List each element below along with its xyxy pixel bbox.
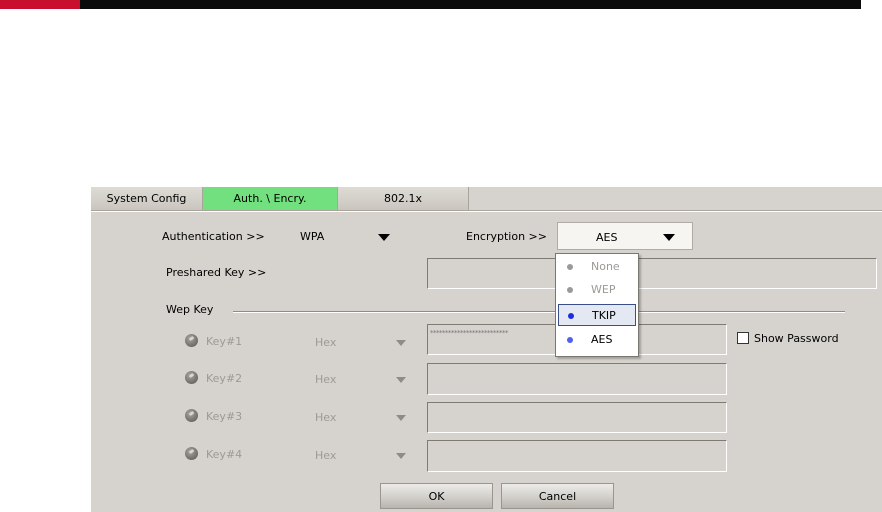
preshared-key-input[interactable] [427, 258, 877, 289]
option-label: AES [591, 333, 613, 346]
key1-label: Key#1 [206, 335, 243, 348]
tab-bar: System Config Auth. \ Encry. 802.1x [91, 187, 882, 212]
show-password-checkbox[interactable] [737, 332, 749, 344]
option-label: TKIP [592, 309, 616, 322]
key4-label: Key#4 [206, 448, 243, 461]
key3-input[interactable] [427, 402, 727, 433]
ok-button[interactable]: OK [380, 483, 493, 509]
key1-value: ************************** [430, 329, 509, 337]
tab-auth-encry[interactable]: Auth. \ Encry. [203, 187, 338, 210]
key3-format-arrow-icon[interactable] [396, 415, 406, 421]
key1-format[interactable]: Hex [315, 336, 336, 349]
encryption-option-wep: WEP [558, 279, 636, 301]
encryption-option-tkip[interactable]: TKIP [558, 304, 636, 326]
settings-dialog: System Config Auth. \ Encry. 802.1x Auth… [91, 187, 882, 512]
encryption-dropdown-arrow-icon[interactable] [663, 234, 675, 241]
encryption-value: AES [596, 231, 618, 244]
key1-format-arrow-icon[interactable] [396, 340, 406, 346]
encryption-option-aes[interactable]: AES [558, 329, 636, 351]
option-label: None [591, 260, 620, 273]
key4-radio-icon[interactable] [185, 447, 198, 460]
tab-system-config[interactable]: System Config [91, 187, 203, 210]
option-dot-icon [568, 313, 574, 319]
key3-radio-icon[interactable] [185, 409, 198, 422]
key2-input[interactable] [427, 363, 727, 395]
key3-format[interactable]: Hex [315, 411, 336, 424]
option-dot-icon [567, 287, 573, 293]
key2-radio-icon[interactable] [185, 371, 198, 384]
header-black-stripe [80, 0, 861, 9]
cancel-button[interactable]: Cancel [501, 483, 614, 509]
wep-group-divider [233, 311, 845, 313]
key2-label: Key#2 [206, 372, 243, 385]
preshared-key-label: Preshared Key >> [166, 266, 267, 279]
option-label: WEP [591, 283, 616, 296]
option-dot-icon [567, 264, 573, 270]
wep-key-group-label: Wep Key [166, 303, 214, 316]
authentication-dropdown-arrow-icon[interactable] [378, 234, 390, 241]
key4-input[interactable] [427, 440, 727, 472]
encryption-label: Encryption >> [466, 230, 547, 243]
encryption-dropdown-list: None WEP TKIP AES [555, 253, 639, 357]
tab-divider-highlight [91, 211, 882, 212]
option-dot-icon [567, 337, 573, 343]
key2-format[interactable]: Hex [315, 373, 336, 386]
key4-format-arrow-icon[interactable] [396, 453, 406, 459]
show-password-label: Show Password [754, 332, 839, 345]
key2-format-arrow-icon[interactable] [396, 377, 406, 383]
key4-format[interactable]: Hex [315, 449, 336, 462]
key1-radio-icon[interactable] [185, 334, 198, 347]
tab-8021x[interactable]: 802.1x [338, 187, 469, 210]
authentication-label: Authentication >> [162, 230, 265, 243]
encryption-option-none: None [558, 256, 636, 278]
key3-label: Key#3 [206, 410, 243, 423]
authentication-value[interactable]: WPA [300, 230, 324, 243]
header-red-stripe [0, 0, 80, 9]
encryption-select[interactable]: AES [557, 222, 693, 250]
